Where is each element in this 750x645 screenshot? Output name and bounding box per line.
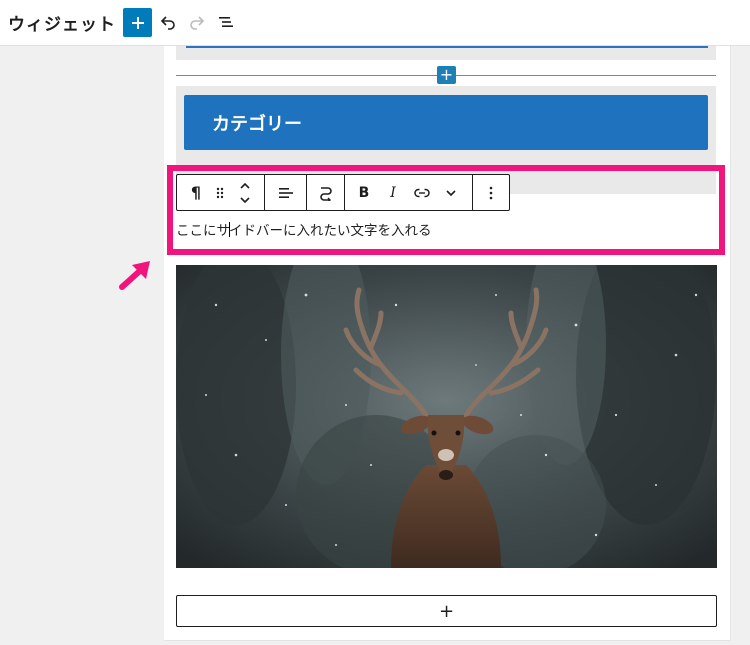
inline-inserter-button[interactable]: +: [437, 66, 456, 84]
header-bar: ウィジェット: [0, 0, 750, 46]
transform-button[interactable]: [312, 175, 340, 210]
page-title: ウィジェット: [8, 15, 116, 35]
more-options-icon: [489, 186, 493, 199]
previous-widget-block[interactable]: [176, 46, 716, 60]
drag-handle-icon: [216, 187, 224, 198]
block-toolbar: ¶ B I: [176, 174, 510, 211]
move-updown-icon: [240, 182, 250, 203]
plus-icon: +: [438, 600, 455, 622]
redo-icon[interactable]: [187, 12, 207, 32]
previous-block-border: [186, 46, 708, 48]
paragraph-text-after: イドバーに入れたい文字を入れる: [229, 223, 432, 239]
toolbar-separator: [264, 175, 265, 210]
image-block[interactable]: [176, 265, 717, 568]
link-icon: [414, 187, 430, 198]
add-block-appender-button[interactable]: +: [176, 595, 717, 627]
toolbar-separator: [344, 175, 345, 210]
bold-button[interactable]: B: [351, 175, 377, 210]
paragraph-icon: ¶: [190, 183, 202, 202]
annotation-arrow-icon: [119, 261, 150, 290]
paragraph-block[interactable]: ここにサイドバーに入れたい文字を入れる: [176, 218, 716, 244]
chevron-down-icon: [446, 189, 456, 196]
drag-handle-button[interactable]: [210, 175, 230, 210]
list-view-icon[interactable]: [216, 12, 236, 32]
italic-button[interactable]: I: [380, 175, 406, 210]
toolbar-separator: [472, 175, 473, 210]
bold-icon: B: [358, 184, 370, 201]
italic-icon: I: [390, 184, 396, 201]
paragraph-block-button[interactable]: ¶: [183, 175, 209, 210]
move-block-button[interactable]: [233, 175, 257, 210]
plus-icon: [131, 16, 144, 29]
options-button[interactable]: [478, 175, 504, 210]
category-title: カテゴリー: [212, 114, 302, 135]
align-button[interactable]: [272, 175, 300, 210]
add-block-button[interactable]: [123, 8, 152, 37]
paragraph-text-before: ここにサ: [176, 223, 230, 239]
deer-photo: [176, 265, 717, 568]
more-formatting-button[interactable]: [439, 175, 463, 210]
transform-icon: [320, 186, 332, 201]
align-left-icon: [279, 187, 293, 198]
undo-icon[interactable]: [158, 12, 178, 32]
link-button[interactable]: [409, 175, 435, 210]
toolbar-separator: [306, 175, 307, 210]
